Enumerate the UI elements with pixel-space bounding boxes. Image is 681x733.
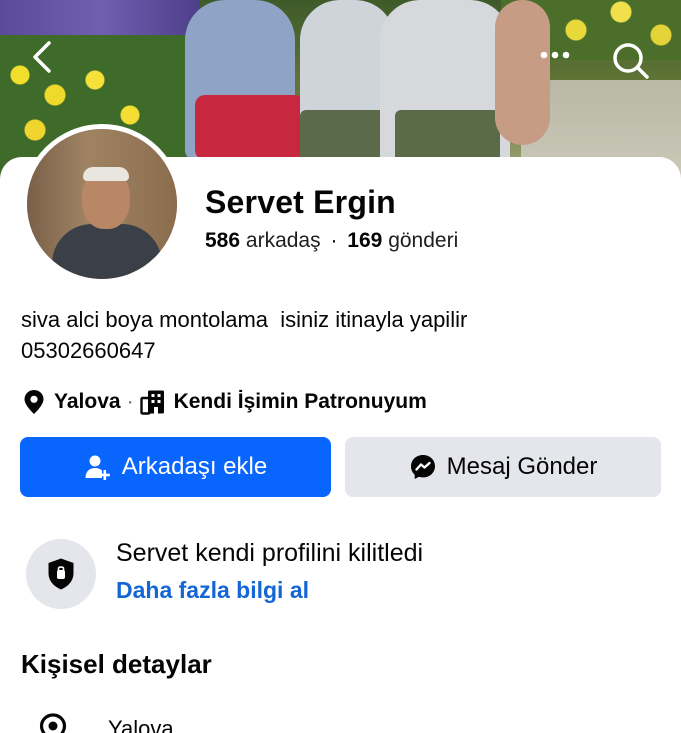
location-outline-icon — [39, 713, 67, 733]
search-button[interactable] — [610, 40, 650, 80]
messenger-icon — [410, 455, 435, 479]
send-message-label: Mesaj Gönder — [446, 453, 598, 480]
profile-avatar[interactable] — [22, 124, 182, 284]
search-icon — [613, 43, 649, 79]
profile-stats: 586 arkadaş · 169 gönderi — [205, 229, 458, 253]
friends-count[interactable]: 586 — [205, 229, 240, 252]
avatar-photo — [27, 129, 177, 279]
profile-meta: Yalova · Kendi İşimin Patronuyum — [23, 388, 427, 416]
posts-label: gönderi — [388, 229, 459, 252]
avatar-cap — [83, 167, 129, 181]
building-icon — [139, 390, 164, 415]
lock-notice-title: Servet kendi profilini kilitledi — [116, 539, 424, 567]
meta-work: Kendi İşimin Patronuyum — [173, 390, 427, 413]
avatar-body — [52, 224, 162, 279]
posts-count: 169 — [347, 229, 383, 252]
cover-child-1-skirt — [195, 95, 305, 160]
stats-separator: · — [330, 229, 338, 252]
chevron-left-icon — [33, 41, 51, 73]
more-options-button[interactable] — [537, 42, 577, 68]
meta-separator: · — [126, 390, 134, 413]
meta-location: Yalova — [54, 390, 121, 413]
profile-bio: siva alci boya montolama isiniz itinayla… — [21, 304, 661, 366]
send-message-button[interactable]: Mesaj Gönder — [345, 437, 661, 497]
more-horizontal-icon — [540, 51, 570, 59]
lock-badge — [26, 539, 96, 609]
personal-details-title: Kişisel detaylar — [21, 649, 212, 679]
bio-line: siva alci boya montolama isiniz itinayla… — [21, 307, 468, 332]
cover-flowers-purple — [0, 0, 200, 35]
back-button[interactable] — [30, 40, 54, 74]
profile-name: Servet Ergin — [205, 184, 396, 220]
bio-phone: 05302660647 — [21, 338, 156, 363]
add-friend-button[interactable]: Arkadaşı ekle — [20, 437, 331, 497]
add-friend-icon — [85, 455, 110, 480]
learn-more-link[interactable]: Daha fazla bilgi al — [116, 577, 309, 604]
shield-lock-icon — [48, 558, 74, 590]
add-friend-label: Arkadaşı ekle — [121, 453, 268, 480]
friends-label[interactable]: arkadaş — [246, 229, 321, 252]
cover-adult-arm — [495, 0, 550, 145]
location-pin-icon — [24, 390, 44, 414]
details-location: Yalova — [108, 716, 174, 733]
